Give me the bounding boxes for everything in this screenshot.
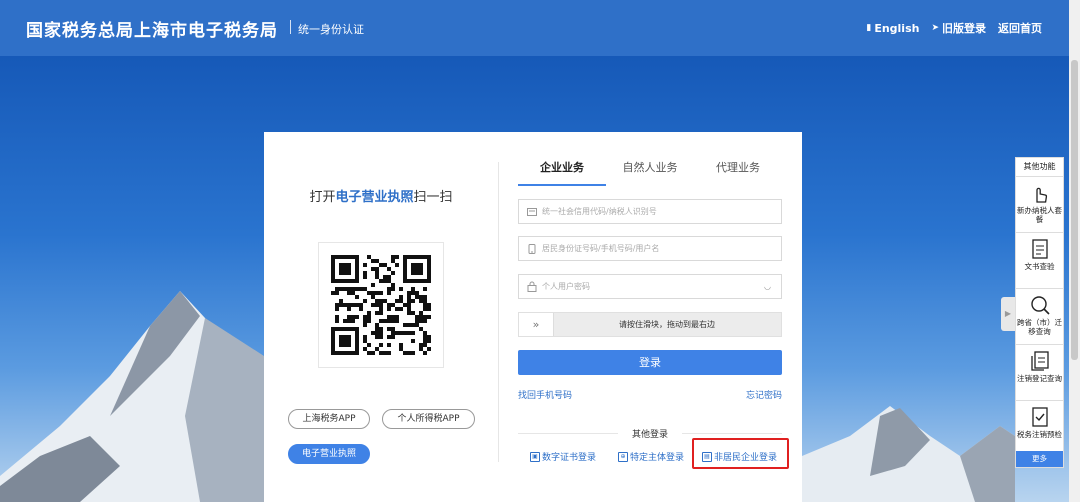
send-icon: ➤ — [931, 23, 939, 33]
user-id-field — [518, 236, 782, 261]
pill-shanghai-tax-app[interactable]: 上海税务APP — [288, 409, 370, 429]
english-link[interactable]: ▮ English — [866, 22, 919, 35]
slider-handle[interactable]: » — [519, 313, 554, 336]
english-link-label: English — [874, 21, 920, 35]
document-icon — [1031, 239, 1048, 259]
side-panel-toggle[interactable]: ▶ — [1001, 297, 1015, 331]
side-item-label: 税务注销预检 — [1017, 430, 1062, 439]
login-button[interactable]: 登录 — [518, 350, 782, 375]
qr-login-panel: 打开电子营业执照扫一扫 上海税务APP 个人所得税APP 电子营业执照 — [264, 132, 498, 502]
login-tabs: 企业业务 自然人业务 代理业务 — [518, 158, 784, 186]
home-link-label: 返回首页 — [998, 22, 1042, 35]
slide-captcha: » 请按住滑块，拖动到最右边 — [518, 312, 782, 337]
qr-title-suffix: 扫一扫 — [413, 190, 453, 205]
login-card: 打开电子营业执照扫一扫 上海税务APP 个人所得税APP 电子营业执照 企业业务… — [264, 132, 802, 502]
other-functions-panel: 其他功能 新办纳税人套餐 文书查验 跨省（市）迁移查询 注销登记查询 税务注销预… — [1015, 157, 1064, 468]
credit-code-field — [518, 199, 782, 224]
side-item-document-check[interactable]: 文书查验 — [1016, 233, 1063, 289]
certificate-icon: ▣ — [530, 451, 540, 462]
title-separator — [290, 20, 291, 34]
old-version-link[interactable]: ➤ 旧版登录 — [931, 20, 986, 36]
tab-agent[interactable]: 代理业务 — [694, 158, 782, 184]
side-item-label: 跨省（市）迁移查询 — [1017, 318, 1062, 336]
top-header: 国家税务总局上海市电子税务局 统一身份认证 ▮ English ➤ 旧版登录 返… — [0, 0, 1080, 56]
page-scrollbar[interactable] — [1069, 0, 1080, 502]
hand-pointer-icon — [1035, 187, 1047, 203]
phone-icon — [528, 243, 536, 254]
qr-title-prefix: 打开 — [309, 190, 336, 205]
copy-document-icon — [1030, 351, 1049, 371]
specific-entity-login[interactable]: ⊕ 特定主体登录 — [618, 450, 684, 463]
find-phone-link[interactable]: 找回手机号码 — [518, 388, 572, 401]
password-input[interactable] — [537, 282, 781, 291]
language-icon: ▮ — [866, 23, 872, 33]
pill-personal-tax-app[interactable]: 个人所得税APP — [382, 409, 475, 429]
more-button[interactable]: 更多 — [1016, 451, 1063, 467]
side-item-deregistration-precheck[interactable]: 税务注销预检 — [1016, 401, 1063, 457]
search-icon — [1030, 296, 1050, 315]
red-highlight-box — [692, 438, 789, 469]
qr-title: 打开电子营业执照扫一扫 — [264, 186, 498, 205]
digital-certificate-label: 数字证书登录 — [542, 453, 597, 463]
side-item-label: 文书查验 — [1024, 262, 1055, 271]
user-id-input[interactable] — [537, 244, 781, 253]
specific-entity-label: 特定主体登录 — [630, 453, 685, 463]
slider-hint: 请按住滑块，拖动到最右边 — [619, 320, 715, 329]
tab-enterprise[interactable]: 企业业务 — [518, 158, 606, 186]
qr-code-image — [331, 255, 431, 355]
forgot-password-link[interactable]: 忘记密码 — [746, 388, 782, 401]
site-title: 国家税务总局上海市电子税务局 — [26, 21, 278, 41]
header-links: ▮ English ➤ 旧版登录 返回首页 — [866, 20, 1042, 36]
old-version-label: 旧版登录 — [942, 22, 986, 35]
credit-code-input[interactable] — [537, 207, 781, 216]
checklist-icon — [1031, 407, 1048, 427]
lock-icon — [527, 281, 537, 292]
home-link[interactable]: 返回首页 — [998, 20, 1042, 36]
side-item-deregistration-query[interactable]: 注销登记查询 — [1016, 345, 1063, 401]
password-field: ◡ — [518, 274, 782, 299]
side-item-new-taxpayer[interactable]: 新办纳税人套餐 — [1016, 177, 1063, 233]
tab-natural-person[interactable]: 自然人业务 — [606, 158, 694, 184]
hide-password-icon[interactable]: ◡ — [764, 282, 771, 291]
qr-code — [318, 242, 444, 368]
side-item-label: 注销登记查询 — [1017, 374, 1062, 383]
side-panel-title: 其他功能 — [1016, 158, 1063, 177]
digital-certificate-login[interactable]: ▣ 数字证书登录 — [530, 450, 596, 463]
vertical-divider — [498, 162, 499, 462]
entity-icon: ⊕ — [618, 451, 628, 462]
scrollbar-thumb[interactable] — [1071, 60, 1078, 360]
id-card-icon — [527, 207, 537, 216]
side-item-migration-query[interactable]: 跨省（市）迁移查询 — [1016, 289, 1063, 345]
qr-title-highlight: 电子营业执照 — [335, 190, 414, 205]
side-item-label: 新办纳税人套餐 — [1017, 206, 1062, 224]
site-subtitle: 统一身份认证 — [298, 23, 364, 36]
pill-e-business-license[interactable]: 电子营业执照 — [288, 444, 370, 464]
